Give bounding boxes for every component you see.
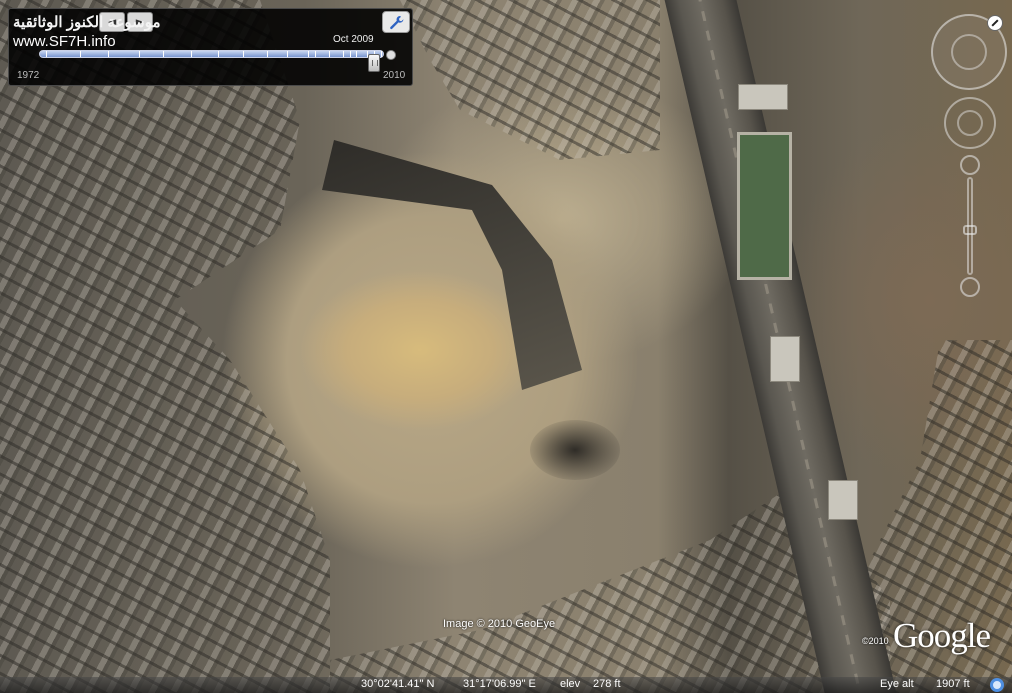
time-slider-tick xyxy=(356,51,357,57)
time-slider-tick xyxy=(315,51,316,57)
watermark-arabic: موسوعة الكنوز الوثائقية xyxy=(13,14,161,31)
zoom-out-button[interactable] xyxy=(960,277,980,297)
time-slider-tick xyxy=(218,51,219,57)
imagery-attribution: Image © 2010 GeoEye xyxy=(443,618,556,630)
urban-area-west xyxy=(0,0,330,693)
start-year-label: 1972 xyxy=(17,70,40,81)
time-slider-tick xyxy=(191,51,192,57)
time-slider-tick xyxy=(243,51,244,57)
elevation-value: 278 ft xyxy=(593,678,621,690)
wrench-icon xyxy=(390,16,404,30)
end-year-label: 2010 xyxy=(383,70,406,81)
watermark-url: www.SF7H.info xyxy=(13,33,116,50)
time-slider-ticks xyxy=(39,50,384,58)
eye-altitude-value: 1907 ft xyxy=(936,678,970,690)
latitude-readout: 30°02'41.41" N xyxy=(361,678,435,690)
time-settings-button[interactable] xyxy=(382,11,410,33)
logo-copyright-year: ©2010 xyxy=(862,636,889,646)
longitude-readout: 31°17'06.99" E xyxy=(463,678,536,690)
quarry-pit xyxy=(530,420,620,480)
reset-north-icon[interactable] xyxy=(987,15,1003,31)
time-slider-tick xyxy=(46,51,47,57)
eye-altitude-label: Eye alt xyxy=(880,678,914,690)
time-slider-tick xyxy=(350,51,351,57)
sports-field xyxy=(737,132,792,280)
time-slider-end[interactable] xyxy=(386,50,396,60)
building xyxy=(738,84,788,110)
time-slider-tick xyxy=(80,51,81,57)
time-slider-tick xyxy=(163,51,164,57)
time-slider-tick xyxy=(139,51,140,57)
time-slider-tick xyxy=(343,51,344,57)
look-joystick[interactable] xyxy=(951,34,987,70)
time-slider-thumb[interactable] xyxy=(368,54,380,72)
satellite-imagery[interactable] xyxy=(0,0,1012,693)
time-slider-tick xyxy=(329,51,330,57)
time-slider-tick xyxy=(308,51,309,57)
time-slider-tick xyxy=(381,51,382,57)
historical-imagery-panel: ◄ ► موسوعة الكنوز الوثائقية www.SF7H.inf… xyxy=(8,8,413,86)
zoom-control xyxy=(960,155,980,300)
google-logo: Google xyxy=(893,616,991,655)
streaming-progress-icon xyxy=(990,678,1004,692)
selected-date-label: Oct 2009 xyxy=(333,34,374,45)
urban-area-north xyxy=(400,0,660,160)
time-slider-tick xyxy=(108,51,109,57)
building xyxy=(770,336,800,382)
building xyxy=(828,480,858,520)
quarry-escarpment xyxy=(322,140,582,390)
zoom-slider-knob[interactable] xyxy=(963,225,977,235)
status-bar: 30°02'41.41" N 31°17'06.99" E elev 278 f… xyxy=(0,677,1012,693)
time-slider-tick xyxy=(267,51,268,57)
zoom-in-button[interactable] xyxy=(960,155,980,175)
elevation-label: elev xyxy=(560,678,581,690)
move-control[interactable] xyxy=(944,97,996,149)
time-slider-tick xyxy=(287,51,288,57)
move-joystick[interactable] xyxy=(957,110,983,136)
